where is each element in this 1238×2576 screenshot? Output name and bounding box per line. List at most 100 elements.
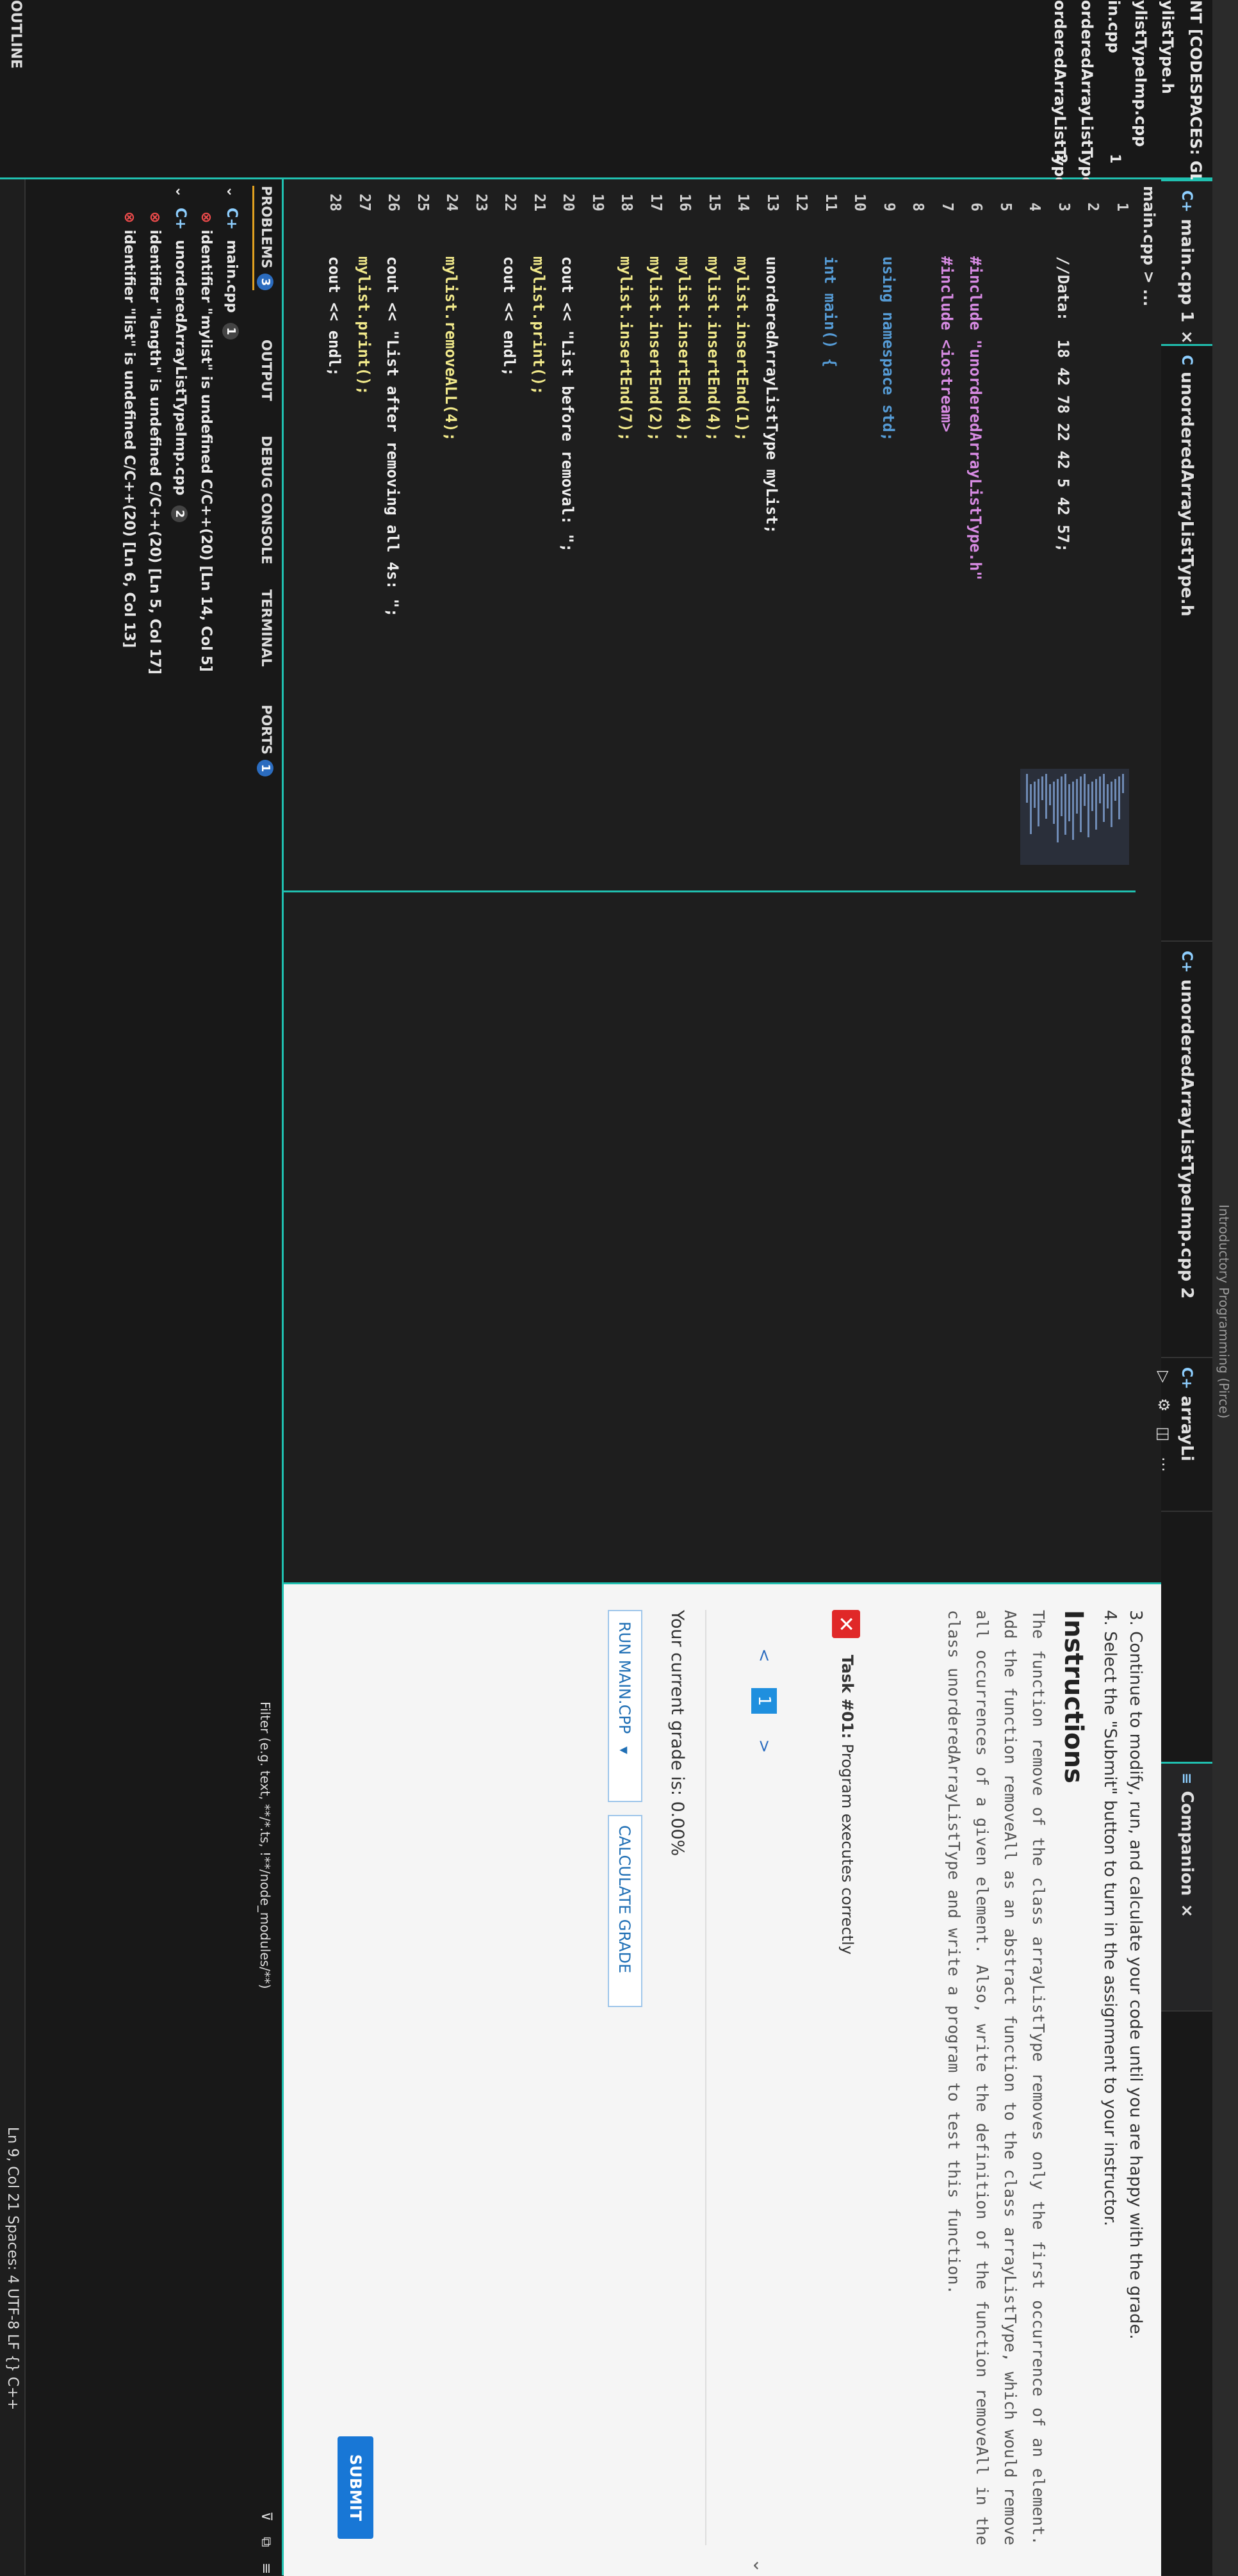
grade-text: Your current grade is: 0.00% [667, 1610, 687, 1857]
line-number: 25 [414, 193, 431, 211]
explorer-file-item[interactable]: in.cpp 1 [1105, 0, 1123, 179]
code-line[interactable]: cout << "List before removal: "; [559, 256, 577, 552]
filter-icon[interactable]: ⊽ [258, 2511, 274, 2522]
more-icon[interactable]: ⋯ [1155, 1457, 1173, 1472]
instructions-section: 3. Continue to modify, run, and calculat… [940, 1610, 1148, 2545]
problem-file-group[interactable]: ⌄ C+ main.cpp 1 [222, 186, 240, 340]
problem-count-badge: 1 [1107, 154, 1123, 164]
code-line[interactable]: mylist.insertEnd(7); [617, 256, 635, 441]
problems-filter-input[interactable]: Filter (e.g. text, **/*.ts, !**/node_mod… [251, 1698, 277, 2274]
cpp-file-icon: C+ [1178, 190, 1195, 213]
line-number: 13 [764, 193, 781, 211]
breadcrumb[interactable]: main.cpp > ... [1140, 186, 1158, 306]
problem-count-badge: 2 [1053, 154, 1069, 164]
line-number: 6 [968, 202, 985, 211]
line-number: 12 [793, 193, 810, 211]
cpp-file-icon: C+ [224, 208, 240, 230]
minimap-line [1103, 774, 1105, 822]
fail-icon: ✕ [832, 1610, 860, 1638]
tab-output[interactable]: OUTPUT [259, 340, 274, 401]
menu-icon: ≡ [1178, 1773, 1195, 1785]
tab-problems[interactable]: PROBLEMS 3 [252, 186, 274, 291]
code-line[interactable]: unorderedArrayListType myList; [763, 256, 781, 534]
problem-item[interactable]: ⊗ identifier "length" is undefined C/C++(… [147, 211, 163, 675]
explorer-file-item[interactable]: orderedArrayListTypeImp.cpp 2 [1051, 0, 1069, 257]
tab-unordered-imp[interactable]: C+ unorderedArrayListTypeImp.cpp 2 [1161, 942, 1212, 1358]
problem-count-badge: 1 [222, 322, 239, 340]
code-line[interactable]: mylist.print(); [530, 256, 548, 395]
companion-panel: 3. Continue to modify, run, and calculat… [284, 1582, 1161, 2576]
explorer-file-item[interactable]: orderedArrayListType.h [1078, 0, 1096, 204]
code-line[interactable]: cout << endl; [501, 256, 519, 377]
status-cursor-info[interactable]: Ln 9, Col 21 Spaces: 4 UTF-8 LF {} C++ [4, 2127, 20, 2410]
outline-section[interactable]: OUTLINE [8, 0, 24, 69]
tab-ports[interactable]: PORTS 1 [257, 705, 274, 776]
error-icon: ⊗ [198, 211, 214, 224]
minimap[interactable] [1020, 769, 1129, 865]
code-line[interactable]: cout << "List after removing all 4s: "; [384, 256, 402, 618]
close-icon[interactable]: × [1177, 1903, 1196, 1917]
code-line[interactable]: mylist.insertEnd(2); [646, 256, 664, 441]
calculate-grade-button[interactable]: CALCULATE GRADE [608, 1815, 642, 2007]
minimap-line [1122, 774, 1124, 793]
code-line[interactable]: using namespace std; [879, 256, 897, 441]
line-number: 28 [327, 193, 344, 211]
code-editor[interactable]: 1 2 3//Data: 18 42 78 22 42 5 42 57; 4 5 6 #in… [277, 179, 1136, 890]
problem-file-group[interactable]: ⌄ C+ unorderedArrayListTypeImp.cpp 2 [171, 186, 188, 523]
pager-prev[interactable]: < [754, 1648, 774, 1662]
editor-actions: ▷ ⚙ ◫ ⋯ [1155, 1371, 1173, 1472]
code-line[interactable]: mylist.print(); [355, 256, 373, 395]
instruction-step: 3. Continue to modify, run, and calculat… [1126, 1610, 1145, 2340]
run-button[interactable]: RUN MAIN.CPP ▾ [608, 1610, 642, 1802]
close-icon[interactable]: × [1177, 330, 1196, 344]
code-line[interactable]: cout << endl; [326, 256, 344, 377]
problem-message: identifier "length" is undefined C/C++(2… [147, 229, 163, 675]
explorer-sidebar: NT [CODESPACES: GLOWI... ⊕ ↻ ylistType.h… [0, 0, 1212, 283]
tab-unordered-header[interactable]: C unorderedArrayListType.h [1161, 346, 1212, 942]
line-number: 3 [1055, 202, 1072, 211]
chevron-down-icon[interactable]: ⌄ [749, 2558, 770, 2573]
menu-icon[interactable]: ≡ [258, 2563, 274, 2574]
problem-count-badge: 2 [171, 505, 188, 523]
tab-main-cpp[interactable]: C+ main.cpp 1 × [1161, 179, 1212, 346]
code-line[interactable]: mylist.insertEnd(4); [705, 256, 722, 441]
tab-label: arrayLi [1177, 1395, 1196, 1461]
minimap-line [1041, 776, 1043, 800]
problem-item[interactable]: ⊗ identifier "mylist" is undefined C/C++(… [198, 211, 214, 672]
pager-next[interactable]: > [754, 1739, 774, 1753]
gear-icon[interactable]: ⚙ [1155, 1398, 1173, 1412]
explorer-file-item[interactable]: ylistTypeImp.cpp [1132, 0, 1150, 179]
chevron-down-icon: ⌄ [224, 186, 240, 198]
explorer-file-item[interactable]: ylistType.h [1159, 0, 1177, 179]
tab-ports-label: PORTS [259, 705, 274, 755]
tab-label: Companion [1177, 1791, 1196, 1896]
caret-down-icon[interactable]: ▾ [615, 1746, 633, 1754]
c-header-icon: C [1178, 355, 1195, 366]
pager-current-page[interactable]: 1 [751, 1687, 777, 1714]
code-line[interactable]: #include <iostream> [938, 256, 956, 432]
split-editor-icon[interactable]: ◫ [1155, 1427, 1173, 1441]
run-icon[interactable]: ▷ [1155, 1371, 1173, 1382]
window-title: Introductory Programming (Pirce) [1216, 1204, 1232, 1419]
explorer-header[interactable]: NT [CODESPACES: GLOWI... ⊕ ↻ [1187, 0, 1205, 283]
code-line[interactable]: mylist.insertEnd(1); [734, 256, 752, 441]
line-number: 9 [881, 202, 897, 211]
code-line[interactable]: #include "unorderedArrayListType.h" [967, 256, 985, 580]
code-line[interactable]: mylist.insertEnd(4); [676, 256, 694, 441]
task-pager: <1 > [751, 1648, 777, 1753]
instructions-title: Instructions [1059, 1610, 1088, 1784]
editor-tab-bar: C+ main.cpp 1 × C unorderedArrayListType… [1155, 179, 1212, 2575]
code-line[interactable]: mylist.removeALL(4); [443, 256, 460, 441]
submit-button[interactable]: SUBMIT [338, 2436, 373, 2539]
tab-debug-console[interactable]: DEBUG CONSOLE [259, 436, 274, 564]
error-icon: ⊗ [121, 211, 137, 224]
minimap-line [1068, 784, 1070, 821]
tab-companion[interactable]: ≡ Companion × [1161, 1762, 1212, 2012]
tab-terminal[interactable]: TERMINAL [259, 589, 274, 667]
collapse-icon[interactable]: ⧉ [258, 2537, 274, 2547]
problem-item[interactable]: ⊗ identifier "list" is undefined C/C++(20… [121, 211, 137, 648]
code-line[interactable]: //Data: 18 42 78 22 42 5 42 57; [1054, 256, 1072, 552]
line-number: 5 [997, 202, 1014, 211]
task-card: ✕ Task #01: Program executes correctly <… [705, 1610, 860, 2573]
code-line[interactable]: int main() { [821, 256, 839, 367]
